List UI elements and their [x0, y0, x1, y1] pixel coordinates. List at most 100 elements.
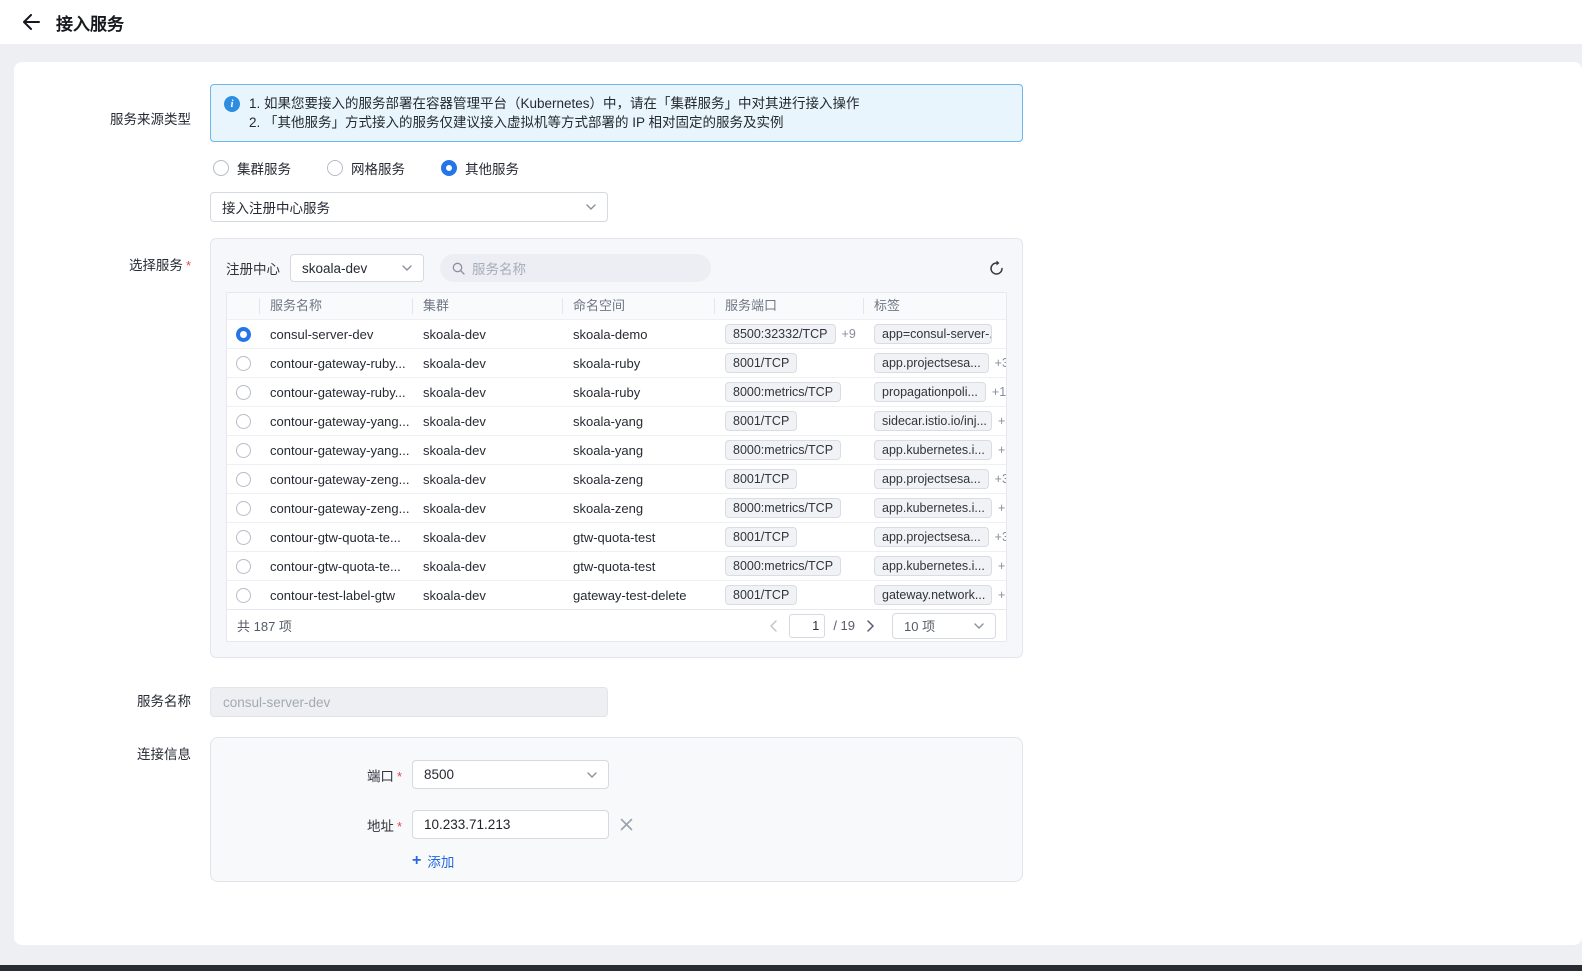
- row-cluster: skoala-dev: [413, 530, 563, 545]
- refresh-button[interactable]: [986, 258, 1007, 279]
- port-chip: 8000:metrics/TCP: [725, 382, 841, 402]
- port-chip: 8001/TCP: [725, 585, 797, 605]
- table-row[interactable]: contour-test-label-gtw skoala-dev gatewa…: [227, 580, 1006, 609]
- source-type-option[interactable]: 其他服务: [441, 158, 519, 178]
- tag-chip: app.kubernetes.i...: [874, 556, 992, 576]
- row-service-name: contour-test-label-gtw: [260, 588, 413, 603]
- radio-label: 网格服务: [351, 158, 405, 178]
- tag-chip: gateway.network...: [874, 585, 992, 605]
- page-size-select[interactable]: 10 项: [892, 613, 996, 639]
- row-cluster: skoala-dev: [413, 356, 563, 371]
- main-card: 服务来源类型 i 1. 如果您要接入的服务部署在容器管理平台（Kubernete…: [14, 62, 1582, 945]
- source-type-option[interactable]: 集群服务: [213, 158, 291, 178]
- port-select[interactable]: 8500: [412, 760, 609, 789]
- remove-address-button[interactable]: [620, 818, 633, 831]
- tag-extra-count: +2: [998, 559, 1006, 573]
- service-select-panel: 注册中心 skoala-dev 服务名称: [210, 238, 1023, 658]
- page-total: / 19: [833, 618, 855, 633]
- radio-icon[interactable]: [236, 588, 251, 603]
- table-row[interactable]: contour-gateway-yang... skoala-dev skoal…: [227, 406, 1006, 435]
- source-type-control: i 1. 如果您要接入的服务部署在容器管理平台（Kubernetes）中，请在「…: [210, 84, 1023, 222]
- info-banner: i 1. 如果您要接入的服务部署在容器管理平台（Kubernetes）中，请在「…: [210, 84, 1023, 142]
- row-port: 8001/TCP: [715, 469, 864, 489]
- next-page-button[interactable]: [863, 620, 878, 632]
- tag-extra-count: +2: [998, 501, 1006, 515]
- tag-chip: app.kubernetes.i...: [874, 440, 992, 460]
- port-chip: 8000:metrics/TCP: [725, 440, 841, 460]
- form-row-source-type: 服务来源类型 i 1. 如果您要接入的服务部署在容器管理平台（Kubernete…: [14, 84, 1582, 222]
- radio-icon[interactable]: [236, 414, 251, 429]
- row-tags: app.kubernetes.i...+2: [864, 498, 1006, 518]
- table-row[interactable]: contour-gtw-quota-te... skoala-dev gtw-q…: [227, 522, 1006, 551]
- radio-icon[interactable]: [236, 559, 251, 574]
- radio-icon[interactable]: [236, 327, 251, 342]
- chevron-down-icon: [586, 202, 596, 212]
- row-namespace: skoala-ruby: [563, 385, 715, 400]
- page-input[interactable]: 1: [789, 614, 825, 638]
- tag-extra-count: +3: [995, 356, 1006, 370]
- service-mode-select[interactable]: 接入注册中心服务: [210, 192, 608, 222]
- table-row[interactable]: consul-server-dev skoala-dev skoala-demo…: [227, 319, 1006, 348]
- port-row: 端口* 8500: [211, 760, 1022, 789]
- table-row[interactable]: contour-gateway-zeng... skoala-dev skoal…: [227, 464, 1006, 493]
- search-input[interactable]: 服务名称: [440, 254, 711, 282]
- row-port: 8001/TCP: [715, 527, 864, 547]
- add-address-button[interactable]: + 添加: [412, 851, 454, 871]
- source-type-label: 服务来源类型: [14, 84, 210, 222]
- total-count: 共 187 项: [237, 616, 292, 635]
- row-tags: app.kubernetes.i... +2: [864, 556, 1006, 576]
- port-extra-count: +9: [842, 327, 856, 341]
- refresh-icon: [988, 260, 1005, 277]
- row-namespace: skoala-demo: [563, 327, 715, 342]
- required-asterisk: *: [397, 769, 402, 784]
- row-namespace: gtw-quota-test: [563, 530, 715, 545]
- table-row[interactable]: contour-gateway-ruby... skoala-dev skoal…: [227, 377, 1006, 406]
- row-cluster: skoala-dev: [413, 385, 563, 400]
- port-chip: 8001/TCP: [725, 469, 797, 489]
- row-service-name: contour-gtw-quota-te...: [260, 559, 413, 574]
- row-namespace: skoala-zeng: [563, 501, 715, 516]
- required-asterisk: *: [186, 258, 191, 273]
- address-input[interactable]: 10.233.71.213: [412, 810, 609, 839]
- row-namespace: skoala-yang: [563, 414, 715, 429]
- row-port: 8001/TCP: [715, 353, 864, 373]
- source-type-option[interactable]: 网格服务: [327, 158, 405, 178]
- radio-icon[interactable]: [236, 530, 251, 545]
- address-row: 地址* 10.233.71.213: [211, 810, 1022, 839]
- radio-icon[interactable]: [236, 501, 251, 516]
- row-cluster: skoala-dev: [413, 327, 563, 342]
- tag-chip: app.projectsesa...: [874, 353, 989, 373]
- table-row[interactable]: contour-gateway-zeng... skoala-dev skoal…: [227, 493, 1006, 522]
- radio-icon[interactable]: [236, 356, 251, 371]
- tag-chip: app.projectsesa...: [874, 527, 989, 547]
- top-bar: 接入服务: [0, 0, 1582, 44]
- table-row[interactable]: contour-gateway-yang... skoala-dev skoal…: [227, 435, 1006, 464]
- radio-label: 集群服务: [237, 158, 291, 178]
- service-mode-value: 接入注册中心服务: [222, 197, 330, 217]
- radio-icon[interactable]: [236, 472, 251, 487]
- registry-select[interactable]: skoala-dev: [290, 254, 424, 282]
- row-namespace: gateway-test-delete: [563, 588, 715, 603]
- service-name-input: consul-server-dev: [210, 687, 608, 717]
- column-header: 服务名称: [260, 298, 413, 314]
- row-tags: gateway.network...+3: [864, 585, 1006, 605]
- tag-extra-count: +2: [998, 443, 1006, 457]
- prev-page-button[interactable]: [766, 620, 781, 632]
- arrow-left-icon: [22, 14, 40, 30]
- back-button[interactable]: [18, 9, 44, 35]
- connection-label: 连接信息: [14, 737, 210, 882]
- table-row[interactable]: contour-gateway-ruby... skoala-dev skoal…: [227, 348, 1006, 377]
- row-port: 8500:32332/TCP+9: [715, 324, 864, 344]
- required-asterisk: *: [397, 819, 402, 834]
- table-row[interactable]: contour-gtw-quota-te... skoala-dev gtw-q…: [227, 551, 1006, 580]
- port-chip: 8001/TCP: [725, 527, 797, 547]
- row-cluster: skoala-dev: [413, 501, 563, 516]
- radio-icon[interactable]: [236, 443, 251, 458]
- address-label: 地址*: [211, 815, 412, 835]
- row-tags: app.kubernetes.i... +2: [864, 440, 1006, 460]
- port-chip: 8001/TCP: [725, 353, 797, 373]
- add-address-label: 添加: [427, 851, 454, 871]
- radio-icon[interactable]: [236, 385, 251, 400]
- pagination: 1 / 19 10 项: [766, 613, 996, 639]
- row-tags: app.projectsesa... +3: [864, 353, 1006, 373]
